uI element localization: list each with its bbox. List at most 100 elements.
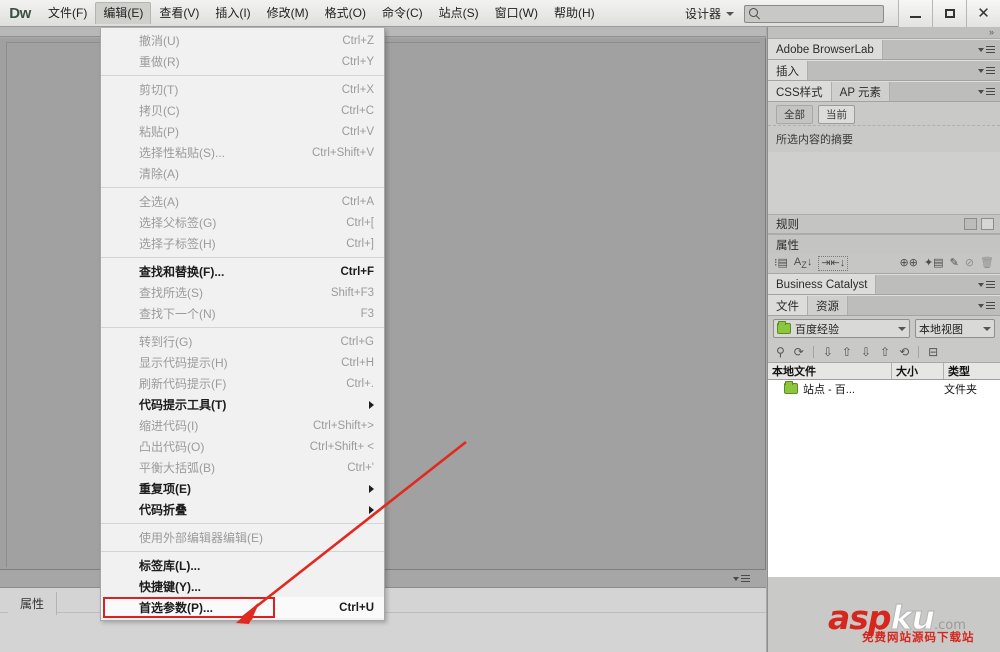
file-row-name: 站点 - 百... — [768, 381, 892, 397]
category-view-icon[interactable]: ⁝▤ — [774, 258, 788, 269]
edit-rule-icon[interactable] — [964, 218, 977, 230]
minimize-button[interactable] — [898, 0, 932, 27]
view-selector[interactable]: 本地视图 — [915, 319, 995, 338]
menu-option-3-2[interactable]: 查找下一个(N) F3 — [101, 303, 384, 324]
menu-option-6-1[interactable]: 快捷键(Y)... — [101, 576, 384, 597]
css-all-button[interactable]: 全部 — [776, 104, 813, 124]
menu-option-2-2[interactable]: 选择子标签(H) Ctrl+] — [101, 233, 384, 254]
panel-insert-header[interactable]: 插入 — [768, 60, 1000, 81]
menu-option-2-0[interactable]: 全选(A) Ctrl+A — [101, 191, 384, 212]
menu-item-4[interactable]: 修改(M) — [259, 2, 317, 24]
menu-option-5-0[interactable]: 使用外部编辑器编辑(E) — [101, 527, 384, 548]
menu-option-1-4[interactable]: 清除(A) — [101, 163, 384, 184]
menu-option-3-0[interactable]: 查找和替换(F)... Ctrl+F — [101, 261, 384, 282]
menu-item-8[interactable]: 窗口(W) — [487, 2, 546, 24]
menu-option-6-2[interactable]: 首选参数(P)... Ctrl+U — [101, 597, 384, 618]
menu-option-1-1[interactable]: 拷贝(C) Ctrl+C — [101, 100, 384, 121]
panel-options-business-catalyst[interactable] — [973, 275, 1000, 294]
minimize-icon — [910, 15, 921, 18]
panel-business-catalyst-header[interactable]: Business Catalyst — [768, 274, 1000, 295]
menu-option-shortcut: Ctrl+Z — [342, 34, 374, 47]
menu-option-1-2[interactable]: 粘贴(P) Ctrl+V — [101, 121, 384, 142]
css-current-button[interactable]: 当前 — [818, 104, 855, 124]
panel-options-files[interactable] — [973, 296, 1000, 315]
menu-option-4-2[interactable]: 刷新代码提示(F) Ctrl+. — [101, 373, 384, 394]
menu-option-label: 首选参数(P)... — [139, 601, 213, 615]
maximize-button[interactable] — [932, 0, 966, 27]
menu-option-1-3[interactable]: 选择性粘贴(S)... Ctrl+Shift+V — [101, 142, 384, 163]
link-icon[interactable]: ⊕⊕ — [900, 258, 918, 269]
menu-option-4-0[interactable]: 转到行(G) Ctrl+G — [101, 331, 384, 352]
table-row[interactable]: 站点 - 百... 文件夹 — [768, 380, 1000, 397]
get-files-icon[interactable]: ⇩ — [823, 345, 833, 359]
refresh-icon[interactable]: ⟳ — [794, 345, 804, 359]
help-search-box[interactable] — [744, 4, 884, 23]
tab-adobe-browserlab[interactable]: Adobe BrowserLab — [768, 40, 883, 59]
put-files-icon[interactable]: ⇧ — [842, 345, 852, 359]
tab-files[interactable]: 文件 — [768, 296, 808, 315]
panel-options-browserlab[interactable] — [973, 40, 1000, 59]
column-size[interactable]: 大小 — [892, 363, 944, 379]
menu-option-4-6[interactable]: 平衡大括弧(B) Ctrl+' — [101, 457, 384, 478]
set-properties-view-icon[interactable]: ⇥⇤↓ — [818, 256, 849, 271]
tab-properties[interactable]: 属性 — [8, 592, 58, 615]
expand-panels-icon[interactable]: » — [989, 28, 994, 37]
menu-option-6-0[interactable]: 标签库(L)... — [101, 555, 384, 576]
menu-option-4-3[interactable]: 代码提示工具(T) — [101, 394, 384, 415]
css-summary-list[interactable] — [768, 152, 1000, 214]
search-input[interactable] — [761, 7, 871, 20]
menu-option-3-1[interactable]: 查找所选(S) Shift+F3 — [101, 282, 384, 303]
menu-option-4-8[interactable]: 代码折叠 — [101, 499, 384, 520]
panel-options-menu-icon[interactable] — [733, 574, 750, 583]
menu-item-9[interactable]: 帮助(H) — [546, 2, 603, 24]
new-rule-icon[interactable] — [981, 218, 994, 230]
connect-to-remote-icon[interactable]: ⚲ — [776, 345, 785, 359]
workspace-switcher[interactable]: 设计器 — [675, 4, 744, 24]
edit-menu-dropdown[interactable]: 撤消(U) Ctrl+Z 重做(R) Ctrl+Y 剪切(T) Ctrl+X 拷贝(C) Ct… — [100, 28, 385, 621]
attach-style-sheet-icon[interactable]: ✦▤ — [924, 258, 944, 269]
menu-option-label: 粘贴(P) — [139, 125, 179, 139]
folder-icon — [777, 321, 791, 334]
site-selector[interactable]: 百度经验 — [773, 319, 910, 338]
files-panel-toolbar: 百度经验 本地视图 — [768, 316, 1000, 341]
panel-files-header[interactable]: 文件 资源 — [768, 295, 1000, 316]
menu-option-4-4[interactable]: 缩进代码(I) Ctrl+Shift+> — [101, 415, 384, 436]
chevron-down-icon — [978, 89, 984, 94]
panel-options-insert[interactable] — [973, 61, 1000, 80]
menu-option-1-0[interactable]: 剪切(T) Ctrl+X — [101, 79, 384, 100]
menu-item-0[interactable]: 文件(F) — [40, 2, 95, 24]
menu-bar[interactable]: 文件(F) 编辑(E) 查看(V) 插入(I) 修改(M) 格式(O) 命令(C) 站点(S)… — [40, 0, 603, 27]
expand-files-panel-icon[interactable]: ⊟ — [928, 345, 938, 359]
tab-insert[interactable]: 插入 — [768, 61, 808, 80]
menu-item-5[interactable]: 格式(O) — [317, 2, 374, 24]
menu-option-4-7[interactable]: 重复项(E) — [101, 478, 384, 499]
alphabetical-view-icon[interactable]: AZ↓ — [794, 256, 812, 270]
menu-item-1[interactable]: 编辑(E) — [95, 2, 152, 24]
menu-option-0-1[interactable]: 重做(R) Ctrl+Y — [101, 51, 384, 72]
files-tree[interactable]: 本地文件 大小 类型 站点 - 百... 文件夹 — [768, 363, 1000, 577]
synchronize-icon[interactable]: ⟲ — [899, 345, 909, 359]
close-button[interactable]: ✕ — [966, 0, 1000, 27]
tab-business-catalyst[interactable]: Business Catalyst — [768, 275, 877, 294]
menu-option-4-5[interactable]: 凸出代码(O) Ctrl+Shift+ < — [101, 436, 384, 457]
edit-style-icon[interactable]: ✎ — [950, 258, 959, 269]
menu-option-4-1[interactable]: 显示代码提示(H) Ctrl+H — [101, 352, 384, 373]
column-local-files[interactable]: 本地文件 — [768, 363, 892, 379]
menu-option-0-0[interactable]: 撤消(U) Ctrl+Z — [101, 30, 384, 51]
tab-ap-elements[interactable]: AP 元素 — [831, 82, 890, 101]
panel-css-styles-header[interactable]: CSS样式 AP 元素 — [768, 81, 1000, 102]
menu-item-6[interactable]: 命令(C) — [374, 2, 431, 24]
panel-options-css-styles[interactable] — [973, 82, 1000, 101]
menu-item-7[interactable]: 站点(S) — [431, 2, 487, 24]
panel-browserlab-header[interactable]: Adobe BrowserLab — [768, 39, 1000, 60]
tab-css-styles[interactable]: CSS样式 — [768, 82, 832, 101]
menu-item-2[interactable]: 查看(V) — [151, 2, 207, 24]
menu-item-3[interactable]: 插入(I) — [207, 2, 258, 24]
menu-option-shortcut: Ctrl+C — [341, 104, 374, 117]
right-panel-dock: » Adobe BrowserLab 插入 CSS样式 AP 元素 全部 当前 … — [767, 27, 1000, 652]
menu-option-2-1[interactable]: 选择父标签(G) Ctrl+[ — [101, 212, 384, 233]
files-tree-empty-area[interactable] — [768, 397, 1000, 577]
tab-assets[interactable]: 资源 — [808, 296, 848, 315]
column-type[interactable]: 类型 — [944, 363, 1000, 379]
dock-collapse-bar[interactable]: » — [768, 27, 1000, 39]
